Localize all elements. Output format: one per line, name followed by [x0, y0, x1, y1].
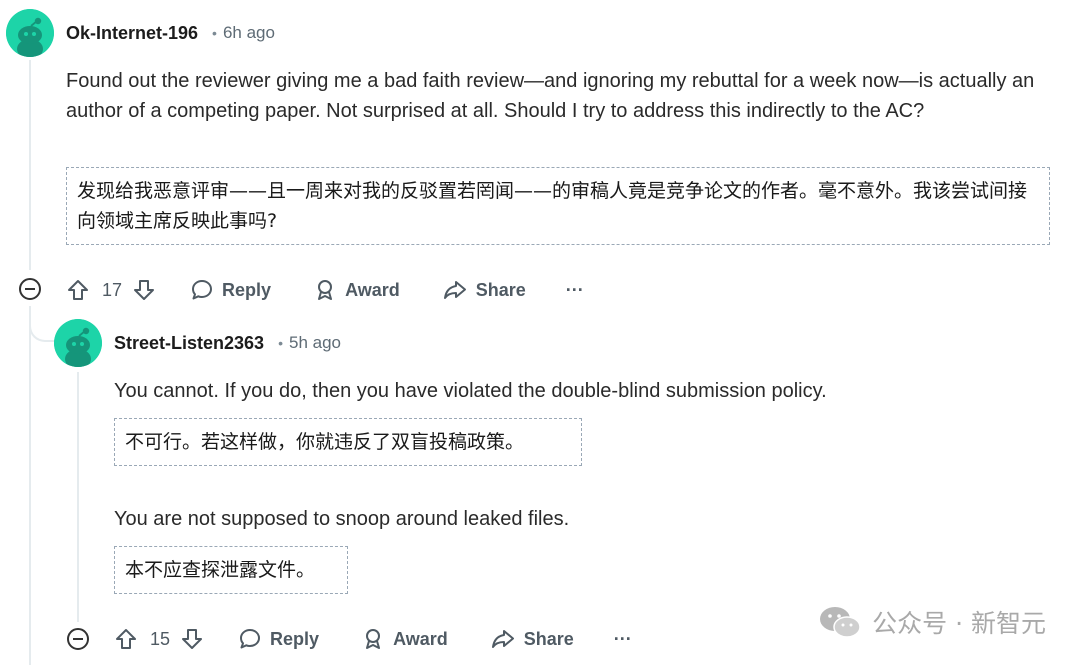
translation-box: 本不应查探泄露文件。: [114, 546, 348, 594]
downvote-button[interactable]: [132, 278, 156, 302]
reply-label: Reply: [270, 628, 320, 649]
username[interactable]: Ok-Internet-196: [66, 23, 198, 44]
upvote-arrow-icon: [68, 280, 88, 300]
share-label: Share: [523, 628, 574, 649]
thread-branch-curve: [29, 316, 55, 342]
translation-box: 不可行。若这样做，你就违反了双盲投稿政策。: [114, 418, 582, 466]
comment-author-row: Street-Listen2363 • 5h ago: [114, 328, 341, 358]
avatar[interactable]: [54, 319, 102, 367]
share-button[interactable]: Share: [490, 627, 574, 651]
comment-author-row: Ok-Internet-196 • 6h ago: [66, 18, 275, 48]
award-medal-icon: [318, 280, 333, 300]
share-arrow-icon: [443, 281, 466, 299]
separator-dot: •: [278, 335, 283, 351]
upvote-button[interactable]: [114, 627, 138, 651]
share-arrow-icon: [491, 630, 514, 648]
comment-body: Found out the reviewer giving me a bad f…: [66, 70, 1035, 122]
comment-body: You cannot. If you do, then you have vio…: [114, 380, 827, 402]
collapse-thread-button[interactable]: [67, 628, 89, 650]
collapse-thread-button[interactable]: [19, 278, 41, 300]
snoo-avatar-icon: [6, 9, 54, 57]
upvote-arrow-icon: [116, 629, 136, 649]
snoo-avatar-icon: [54, 319, 102, 367]
thread-line-reply: [77, 372, 79, 622]
comment-action-bar: 17 Reply Award Share ···: [66, 272, 584, 308]
separator-dot: •: [212, 25, 217, 41]
wechat-icon: [820, 607, 861, 638]
vote-count: 15: [150, 628, 171, 649]
upvote-button[interactable]: [66, 278, 90, 302]
award-label: Award: [393, 628, 448, 649]
comment-body: You are not supposed to snoop around lea…: [114, 508, 570, 530]
reply-label: Reply: [222, 279, 272, 300]
downvote-arrow-icon: [134, 280, 155, 300]
translation-box: 发现给我恶意评审——且一周来对我的反驳置若罔闻——的审稿人竟是竞争论文的作者。毫…: [66, 167, 1050, 245]
username[interactable]: Street-Listen2363: [114, 333, 264, 354]
award-medal-icon: [366, 629, 381, 649]
award-button[interactable]: Award: [361, 627, 448, 651]
award-label: Award: [345, 279, 400, 300]
thread-line-main-lower: [29, 306, 31, 665]
timestamp[interactable]: 6h ago: [223, 23, 275, 43]
reply-button[interactable]: Reply: [190, 278, 271, 302]
downvote-arrow-icon: [182, 629, 203, 649]
more-options-button[interactable]: ···: [566, 280, 584, 301]
downvote-button[interactable]: [180, 627, 204, 651]
watermark: 公众号 · 新智元: [818, 604, 1046, 640]
share-label: Share: [475, 279, 526, 300]
comment-action-bar: 15 Reply Award Share ···: [114, 621, 632, 657]
more-options-button[interactable]: ···: [614, 629, 632, 650]
speech-bubble-icon: [240, 629, 261, 649]
avatar[interactable]: [6, 9, 54, 57]
thread-line-main: [29, 60, 31, 270]
award-button[interactable]: Award: [313, 278, 400, 302]
share-button[interactable]: Share: [442, 278, 526, 302]
speech-bubble-icon: [192, 280, 213, 300]
reply-button[interactable]: Reply: [238, 627, 319, 651]
vote-count: 17: [102, 279, 123, 300]
watermark-text: 公众号 · 新智元: [872, 609, 1046, 638]
timestamp[interactable]: 5h ago: [289, 333, 341, 353]
